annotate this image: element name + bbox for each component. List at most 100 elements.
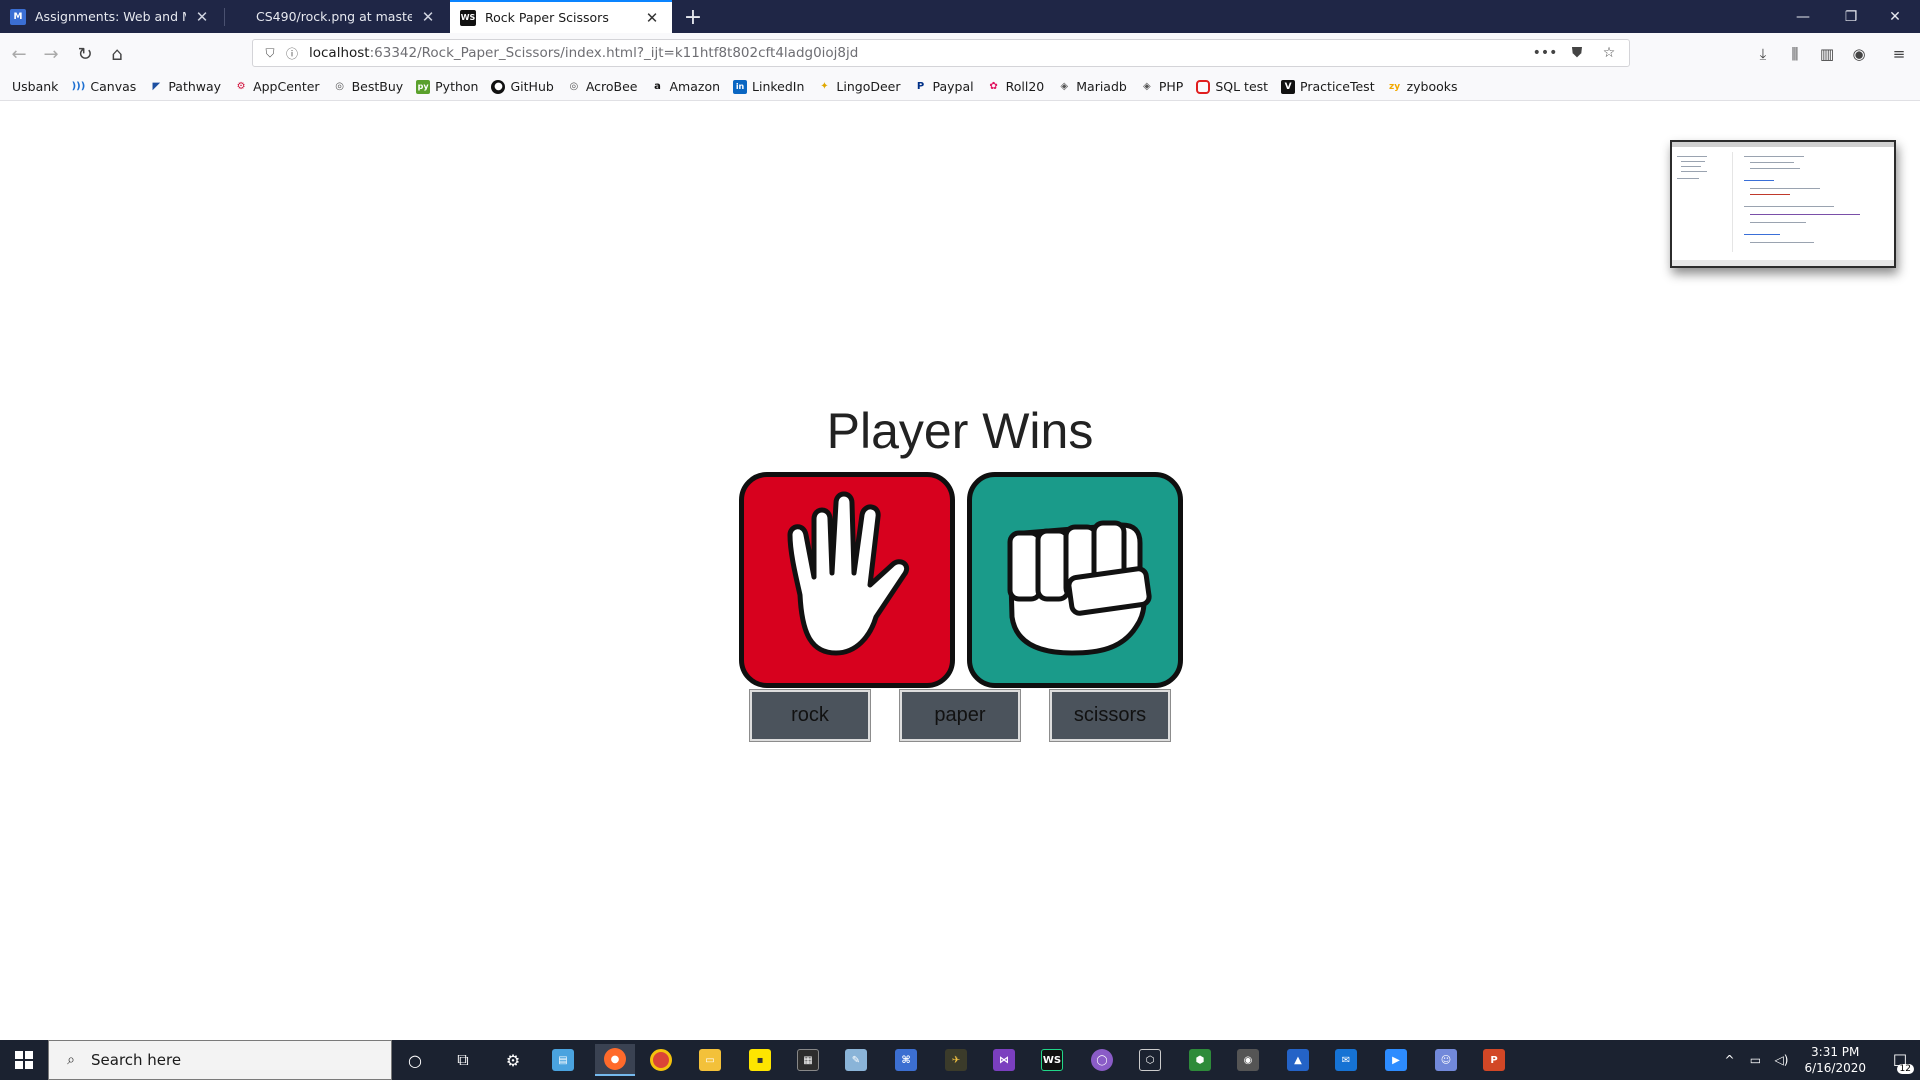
settings-icon[interactable]: ⚙ (497, 1044, 529, 1076)
downloads-icon[interactable]: ⤓ (1750, 41, 1776, 67)
diamond-icon: ◈ (1060, 81, 1069, 92)
app-icon[interactable]: ◯ (1086, 1044, 1118, 1076)
bookmark-mariadb[interactable]: ◈ Mariadb (1057, 79, 1126, 94)
scissors-button[interactable]: scissors (1049, 689, 1171, 742)
bookmark-sql-test[interactable]: SQL test (1196, 79, 1268, 94)
url-text[interactable]: localhost:63342/Rock_Paper_Scissors/inde… (309, 45, 858, 61)
bookmark-amazon[interactable]: a Amazon (651, 79, 720, 94)
bookmark-acrobee[interactable]: ◎ AcroBee (567, 79, 637, 94)
calculator-icon[interactable]: ▦ (792, 1044, 824, 1076)
zybooks-icon: zy (1389, 81, 1401, 92)
bookmark-python[interactable]: py Python (416, 79, 478, 94)
bookmark-zybooks[interactable]: zy zybooks (1388, 79, 1458, 94)
file-explorer-icon[interactable]: ▭ (694, 1044, 726, 1076)
home-button[interactable]: ⌂ (104, 41, 130, 67)
webstorm-icon[interactable]: WS (1036, 1044, 1068, 1076)
thumbnail-file-tree (1675, 152, 1733, 252)
bookmark-github[interactable]: ● GitHub (491, 79, 554, 94)
bookmark-pathway[interactable]: ◤ Pathway (149, 79, 221, 94)
page-actions-icon[interactable]: ••• (1533, 42, 1558, 64)
bookmark-paypal[interactable]: P Paypal (914, 79, 974, 94)
minimize-button[interactable]: — (1780, 0, 1826, 33)
visual-studio-icon[interactable]: ⋈ (988, 1044, 1020, 1076)
task-view-icon[interactable]: ⧉ (447, 1044, 479, 1076)
back-button[interactable]: ← (6, 41, 32, 67)
bookmark-canvas[interactable]: ))) Canvas (71, 79, 137, 94)
close-window-button[interactable]: ✕ (1872, 0, 1918, 33)
tab-assignments[interactable]: M Assignments: Web and Mobile ✕ (0, 0, 222, 33)
notepad-icon[interactable]: ▤ (547, 1044, 579, 1076)
bookmark-label: Pathway (168, 79, 222, 94)
bookmark-bestbuy[interactable]: ◎ BestBuy (333, 79, 404, 94)
canvas-icon: ))) (71, 81, 86, 92)
bookmark-label: GitHub (510, 79, 554, 94)
restore-button[interactable]: ❐ (1828, 0, 1874, 33)
bookmark-practicetest[interactable]: V PracticeTest (1281, 79, 1375, 94)
screen-share-thumbnail[interactable] (1670, 140, 1896, 268)
oracle-icon (1196, 79, 1211, 94)
address-bar[interactable]: ⛉ ⓘ localhost:63342/Rock_Paper_Scissors/… (252, 39, 1630, 67)
paint-icon[interactable]: ✎ (840, 1044, 872, 1076)
close-icon[interactable]: ✕ (418, 7, 438, 27)
account-icon[interactable]: ◉ (1846, 41, 1872, 67)
zoom-icon[interactable]: ▶ (1380, 1044, 1412, 1076)
library-icon[interactable]: ⫼ (1782, 41, 1808, 67)
tab-rock-paper-scissors[interactable]: WS Rock Paper Scissors ✕ (450, 0, 672, 33)
info-icon[interactable]: ⓘ (281, 42, 303, 64)
globe-icon: ◎ (569, 81, 579, 92)
result-heading: Player Wins (826, 403, 1094, 459)
bookmark-star-icon[interactable]: ☆ (1597, 42, 1621, 64)
diamond-icon: ◈ (1142, 81, 1151, 92)
pocket-icon[interactable]: ⛊ (1565, 42, 1589, 64)
close-icon[interactable]: ✕ (192, 7, 212, 27)
bookmark-label: SQL test (1215, 79, 1269, 94)
store-icon[interactable]: ▲ (1282, 1044, 1314, 1076)
search-placeholder: Search here (91, 1051, 182, 1069)
sticky-notes-icon[interactable]: ▪ (744, 1044, 776, 1076)
notification-center-icon[interactable]: ☐ 12 (1880, 1040, 1920, 1080)
bookmark-linkedin[interactable]: in LinkedIn (733, 79, 804, 94)
reload-button[interactable]: ↻ (72, 41, 98, 67)
firefox-icon[interactable]: ● (595, 1044, 635, 1076)
camera-icon[interactable]: ◉ (1232, 1044, 1264, 1076)
network-status-icon[interactable]: ▭ (1744, 1049, 1766, 1071)
mail-icon[interactable]: ✉ (1330, 1044, 1362, 1076)
url-host: localhost (309, 45, 370, 61)
clock[interactable]: 3:31 PM 6/16/2020 (1804, 1044, 1866, 1076)
browser-tab-strip: M Assignments: Web and Mobile ✕ CS490/ro… (0, 0, 1920, 33)
close-icon[interactable]: ✕ (642, 8, 662, 28)
thumbnail-statusbar (1672, 260, 1894, 266)
sidebar-icon[interactable]: ▥ (1814, 41, 1840, 67)
bookmark-roll20[interactable]: ✿ Roll20 (987, 79, 1044, 94)
powerpoint-icon[interactable]: P (1478, 1044, 1510, 1076)
bookmark-php[interactable]: ◈ PHP (1140, 79, 1183, 94)
notification-badge: 12 (1896, 1064, 1914, 1074)
paypal-icon: P (916, 81, 925, 92)
network-icon[interactable]: ⌘ (890, 1044, 922, 1076)
bookmark-label: LinkedIn (752, 79, 805, 94)
taskbar-search-box[interactable]: ⌕ Search here (48, 1040, 392, 1080)
bird-icon[interactable]: ✈ (940, 1044, 972, 1076)
forward-button[interactable]: → (38, 41, 64, 67)
chevron-up-icon[interactable]: ^ (1718, 1049, 1740, 1071)
shield-icon[interactable]: ⬢ (1184, 1044, 1216, 1076)
new-tab-button[interactable]: + (680, 4, 706, 30)
bookmark-usbank[interactable]: Usbank (12, 79, 58, 94)
rock-button[interactable]: rock (749, 689, 871, 742)
github-icon: ● (491, 79, 506, 94)
discord-icon[interactable]: ☺ (1430, 1044, 1462, 1076)
bookmark-label: Paypal (932, 79, 974, 94)
bookmark-lingodeer[interactable]: ✦ LingoDeer (817, 79, 900, 94)
bookmark-appcenter[interactable]: ⚙ AppCenter (234, 79, 320, 94)
tab-github[interactable]: CS490/rock.png at master · tam ✕ (226, 0, 448, 33)
volume-icon[interactable]: ◁) (1770, 1049, 1792, 1071)
cortana-icon[interactable]: ○ (399, 1044, 431, 1076)
start-button[interactable] (0, 1040, 48, 1080)
menu-icon[interactable]: ≡ (1886, 41, 1912, 67)
bookmark-label: zybooks (1406, 79, 1458, 94)
tracking-protection-icon[interactable]: ⛉ (259, 42, 281, 64)
bookmark-label: BestBuy (351, 79, 404, 94)
paper-button[interactable]: paper (899, 689, 1021, 742)
box-icon[interactable]: ⬡ (1134, 1044, 1166, 1076)
chrome-icon[interactable] (645, 1044, 677, 1076)
